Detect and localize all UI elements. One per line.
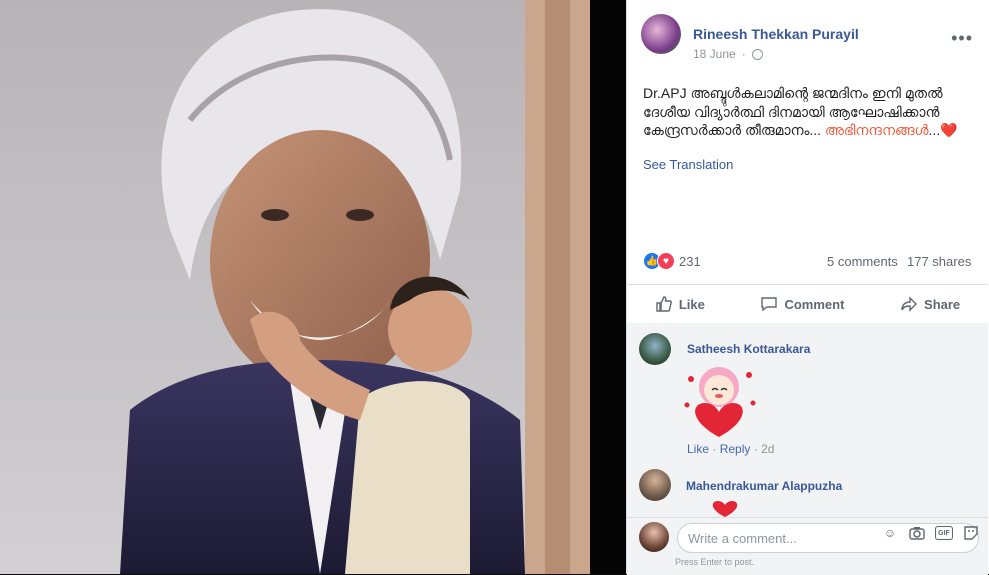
comment-time[interactable]: 2d <box>761 442 774 456</box>
commenter-avatar[interactable] <box>639 469 671 501</box>
comment-footer: Like · Reply · 2d <box>687 442 775 456</box>
commenter-name[interactable]: Mahendrakumar Alappuzha <box>686 479 842 493</box>
post-text-highlight: അഭിനന്ദനങ്ങൾ <box>824 122 929 138</box>
camera-icon[interactable] <box>908 524 926 542</box>
heart-hug-sticker <box>684 367 756 437</box>
post-actions: Like Comment Share <box>627 284 988 324</box>
post-text-tail: ...❤️ <box>928 122 958 138</box>
post-photo[interactable] <box>0 0 626 574</box>
post-meta: 18 June · <box>693 47 763 61</box>
post-date[interactable]: 18 June <box>693 47 736 61</box>
comment-button[interactable]: Comment <box>760 295 844 313</box>
press-enter-hint: Press Enter to post. <box>675 557 755 567</box>
comment-like-link[interactable]: Like <box>687 442 709 456</box>
post-panel: Rineesh Thekkan Purayil 18 June · ••• Dr… <box>626 0 989 575</box>
photo-illustration <box>0 0 626 574</box>
comment-reply-link[interactable]: Reply <box>720 442 751 456</box>
author-avatar[interactable] <box>641 14 681 54</box>
comments-list: Satheesh Kottarakara Like · Reply · 2d M… <box>627 323 988 517</box>
shares-count[interactable]: 177 shares <box>907 254 971 269</box>
share-button[interactable]: Share <box>900 295 960 313</box>
reactions-summary[interactable]: 👍 ♥ 231 <box>643 252 701 270</box>
composer-icons: ☺ GIF <box>881 524 980 542</box>
author-name[interactable]: Rineesh Thekkan Purayil <box>693 26 859 42</box>
comment-label: Comment <box>784 296 845 312</box>
heart-sticker-partial <box>712 501 738 517</box>
engagement-counts: 👍 ♥ 231 5 comments 177 shares <box>643 252 973 272</box>
more-options-icon[interactable]: ••• <box>951 28 973 49</box>
like-button[interactable]: Like <box>655 295 705 313</box>
love-reaction-icon: ♥ <box>657 252 675 270</box>
gif-icon[interactable]: GIF <box>935 526 953 540</box>
thumbs-up-icon <box>656 296 672 312</box>
commenter-avatar[interactable] <box>639 333 671 365</box>
comment-icon <box>761 297 778 312</box>
sticker-icon[interactable] <box>962 524 980 542</box>
share-icon <box>901 296 918 312</box>
emoji-icon[interactable]: ☺ <box>881 524 899 542</box>
viewer-avatar[interactable] <box>639 522 669 552</box>
comment-composer: Write a comment... ☺ GIF Press Enter to … <box>627 517 988 575</box>
see-translation-link[interactable]: See Translation <box>643 157 733 172</box>
post-text: Dr.APJ അബ്ദുൾകലാമിന്റെ ജന്മദിനം ഇനി മുതൽ… <box>643 84 973 140</box>
like-label: Like <box>678 296 705 312</box>
comments-count[interactable]: 5 comments <box>827 254 898 269</box>
globe-icon[interactable] <box>751 48 763 60</box>
comment-input-placeholder: Write a comment... <box>688 531 797 546</box>
reaction-count: 231 <box>679 253 701 269</box>
post-header: Rineesh Thekkan Purayil 18 June · ••• <box>641 14 981 64</box>
share-label: Share <box>924 296 961 312</box>
commenter-name[interactable]: Satheesh Kottarakara <box>687 342 810 356</box>
